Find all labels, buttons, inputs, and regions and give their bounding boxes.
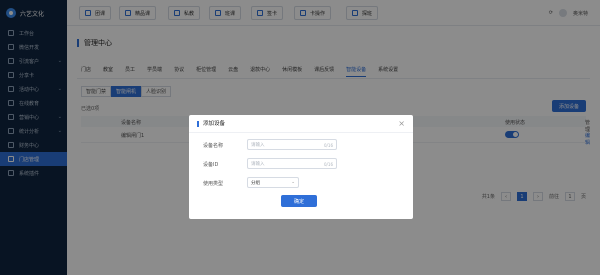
device-name-placeholder: 请输入	[251, 142, 265, 148]
field-label-device-id: 设备ID	[203, 162, 219, 168]
device-id-counter: 0/16	[324, 162, 333, 167]
type-select[interactable]: 分组 ⌄	[247, 177, 299, 188]
device-id-placeholder: 请输入	[251, 161, 265, 167]
device-name-counter: 0/16	[324, 143, 333, 148]
type-select-value: 分组	[251, 180, 260, 186]
confirm-button[interactable]: 确定	[281, 195, 317, 207]
modal-divider	[189, 132, 413, 133]
device-name-input[interactable]: 请输入 0/16	[247, 139, 337, 150]
device-id-input[interactable]: 请输入 0/16	[247, 158, 337, 169]
field-label-type: 使用类型	[203, 181, 224, 187]
close-icon[interactable]: ×	[398, 119, 405, 128]
modal-title: 添加设备	[197, 121, 225, 127]
add-device-modal: 添加设备 × 设备名称 请输入 0/16 设备ID 请输入 0/16 使用类型 …	[189, 115, 413, 219]
chevron-down-icon: ⌄	[291, 180, 295, 185]
field-label-device-name: 设备名称	[203, 143, 224, 149]
